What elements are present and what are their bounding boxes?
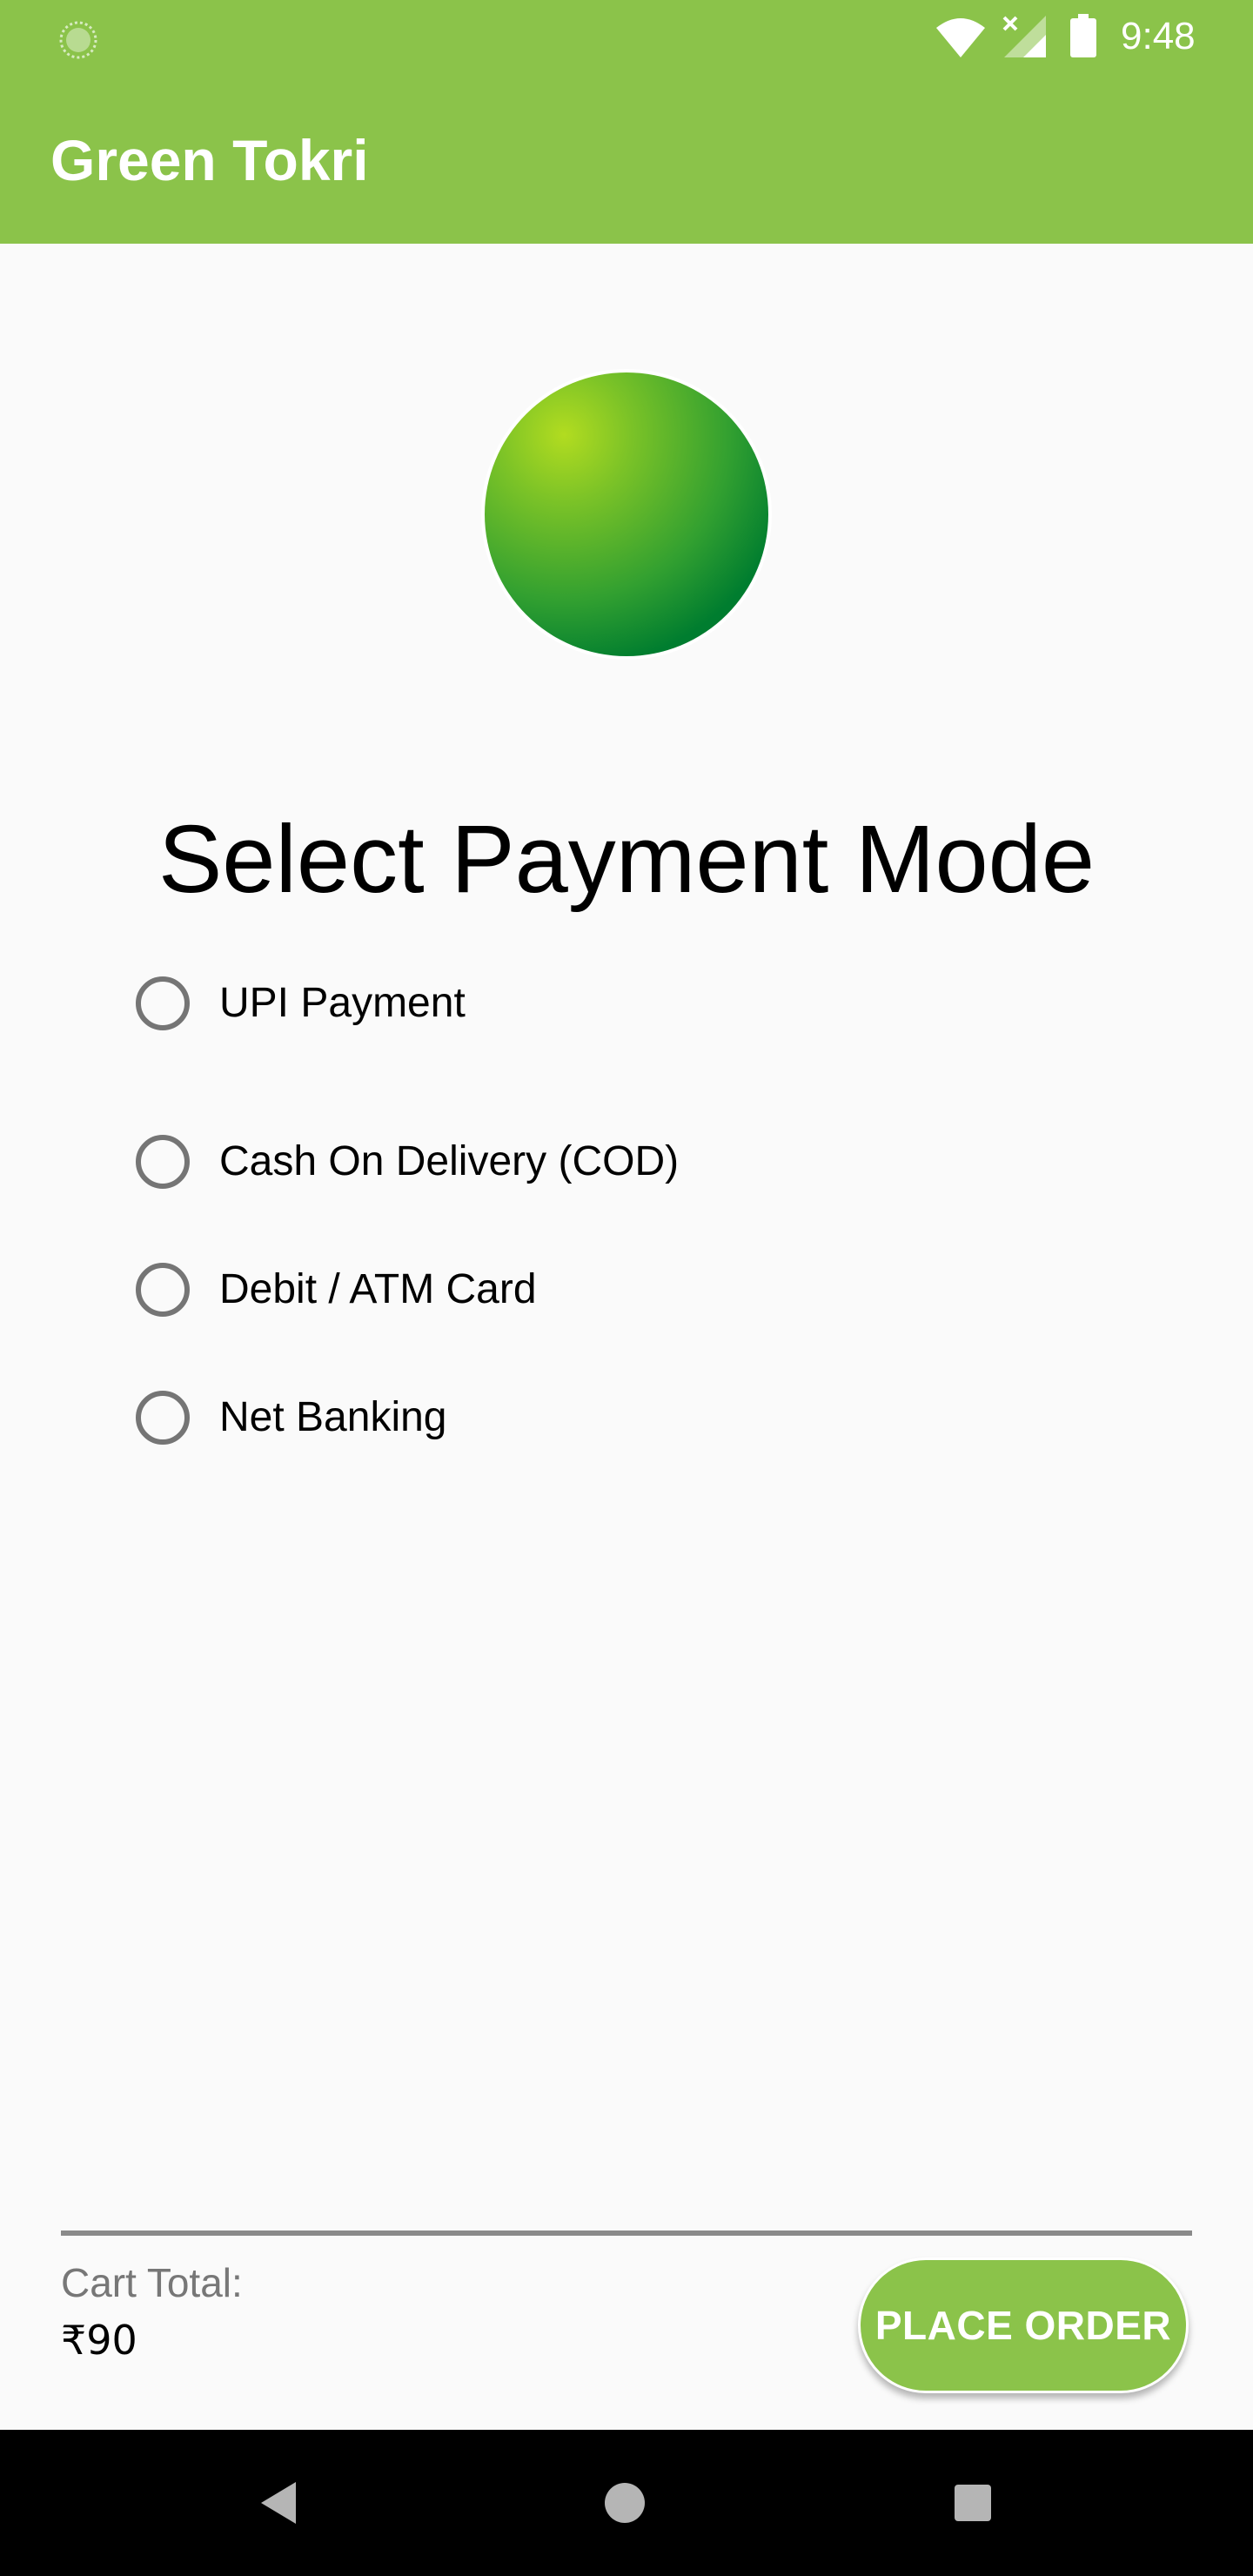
- recents-icon[interactable]: [955, 2485, 991, 2521]
- app-title: Green Tokri: [50, 128, 369, 192]
- status-bar: 9:48: [0, 0, 1253, 73]
- cart-total-label: Cart Total:: [61, 2260, 243, 2305]
- back-icon[interactable]: [258, 2479, 299, 2527]
- radio-button-icon[interactable]: [136, 976, 190, 1030]
- footer-divider: [61, 2231, 1192, 2236]
- radio-option-cod[interactable]: Cash On Delivery (COD): [136, 1123, 919, 1201]
- radio-button-icon[interactable]: [136, 1391, 190, 1445]
- radio-label: UPI Payment: [219, 980, 466, 1026]
- green-orb-logo-icon: [485, 372, 768, 656]
- app-logo: [481, 369, 772, 660]
- cart-total-value: ₹90: [61, 2317, 137, 2364]
- radio-option-net-banking[interactable]: Net Banking: [136, 1379, 919, 1457]
- radio-button-icon[interactable]: [136, 1135, 190, 1189]
- app-bar: Green Tokri: [0, 73, 1253, 244]
- cellular-no-signal-icon: [1001, 14, 1048, 59]
- sync-circle-icon: [59, 21, 97, 59]
- wifi-icon: [935, 16, 987, 59]
- page-title: Select Payment Mode: [157, 806, 1096, 913]
- radio-label: Debit / ATM Card: [219, 1266, 537, 1312]
- status-icons: 9:48: [888, 0, 1253, 73]
- radio-option-debit-card[interactable]: Debit / ATM Card: [136, 1251, 919, 1329]
- radio-button-icon[interactable]: [136, 1263, 190, 1317]
- radio-label: Net Banking: [219, 1394, 447, 1440]
- radio-option-upi[interactable]: UPI Payment: [136, 964, 919, 1043]
- status-time: 9:48: [1121, 15, 1196, 57]
- radio-label: Cash On Delivery (COD): [219, 1138, 680, 1184]
- home-icon[interactable]: [605, 2483, 645, 2523]
- battery-icon: [1070, 14, 1096, 57]
- system-nav-bar: [0, 2430, 1253, 2576]
- place-order-button[interactable]: PLACE ORDER: [858, 2257, 1189, 2393]
